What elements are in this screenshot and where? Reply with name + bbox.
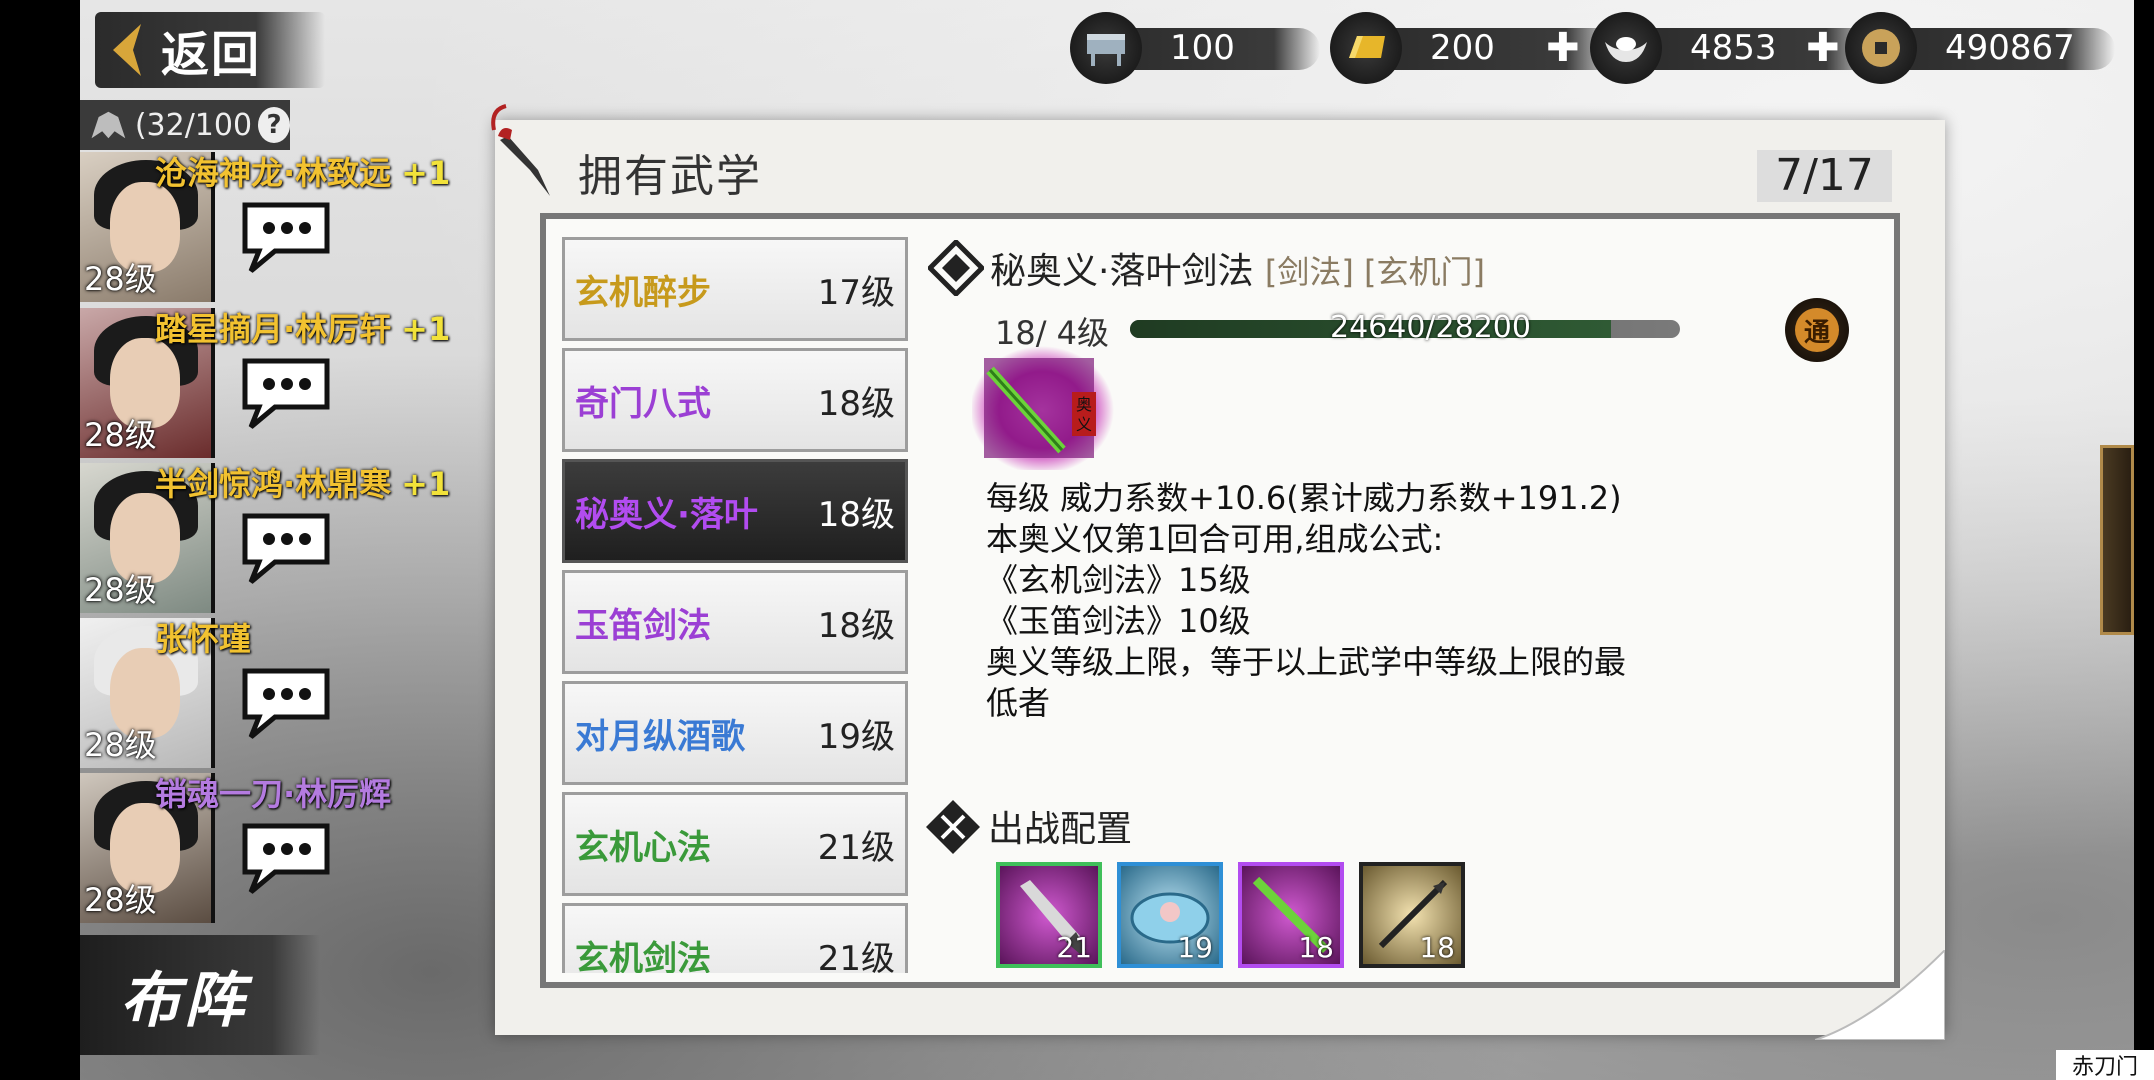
skill-name: 玉笛剑法 (575, 605, 711, 646)
slot-level: 18 (1298, 931, 1334, 964)
cart-icon (1070, 12, 1142, 84)
desc-line: 本奥义仅第1回合可用,组成公式: (986, 520, 1444, 558)
skill-name: 玄机剑法 (575, 938, 711, 974)
skill-item[interactable]: 玄机剑法 21级 (562, 903, 908, 973)
character-level: 28级 (84, 881, 157, 919)
skill-level: 21级 (817, 827, 895, 868)
currency-grain: 100 (1070, 12, 1320, 84)
currency-silver: 4853 ✚ (1590, 12, 1880, 84)
character-level: 28级 (84, 416, 157, 454)
helmet-icon (91, 111, 126, 139)
battle-slot[interactable]: 18 (1238, 862, 1344, 968)
desc-line: 《玄机剑法》15级 (986, 561, 1251, 599)
crescent-icon (954, 487, 964, 507)
page-curl-icon (1815, 950, 1945, 1040)
add-silver-button[interactable]: ✚ (1806, 25, 1840, 71)
svg-text:奥: 奥 (1076, 395, 1092, 414)
gold-bar-icon (1330, 12, 1402, 84)
skill-level: 18级 (817, 605, 895, 646)
help-icon[interactable]: ? (258, 107, 290, 143)
exp-text: 24640/28200 (1330, 310, 1531, 345)
desc-line: 《玉笛剑法》10级 (986, 602, 1251, 640)
skill-level: 17级 (817, 272, 895, 313)
skill-item[interactable]: 对月纵酒歌 19级 (562, 681, 908, 785)
character-name: 销魂一刀·林厉辉 (155, 775, 392, 813)
grain-value: 100 (1170, 28, 1235, 68)
battle-config-title: 出战配置 (988, 809, 1133, 850)
skill-level: 19级 (817, 716, 895, 757)
diamond-icon (928, 240, 984, 296)
formation-button[interactable]: 布阵 (80, 935, 320, 1055)
character-name: 张怀瑾 (155, 620, 252, 658)
skill-name: 玄机心法 (575, 827, 711, 868)
silver-value: 4853 (1690, 28, 1777, 68)
skill-item[interactable]: 玄机醉步 17级 (562, 237, 908, 341)
brush-icon (491, 104, 550, 196)
chat-bubble-icon[interactable] (235, 508, 335, 586)
battle-slot[interactable]: 19 (1117, 862, 1223, 968)
gold-value: 200 (1430, 28, 1495, 68)
character-card[interactable]: 28级 踏星摘月·林厉轩 +1 (80, 308, 480, 458)
page-count: 7/17 (1757, 150, 1892, 202)
skill-item[interactable]: 奇门八式 18级 (562, 348, 908, 452)
left-letterbox (0, 0, 80, 1080)
skill-art-icon: 奥 义 (972, 346, 1114, 470)
skill-level: 18级 (817, 383, 895, 424)
coin-value: 490867 (1945, 28, 2075, 68)
character-card[interactable]: 28级 沧海神龙·林致远 +1 (80, 152, 480, 302)
copper-coin-icon (1845, 12, 1917, 84)
skill-level: 18级 (817, 494, 895, 535)
currency-gold: 200 ✚ (1330, 12, 1620, 84)
character-level: 28级 (84, 726, 157, 764)
crossed-swords-icon (926, 800, 980, 854)
character-level: 28级 (84, 571, 157, 609)
skill-level: 21级 (817, 938, 895, 974)
roster-capacity: (32/100 ? (80, 100, 290, 150)
character-card[interactable]: 28级 销魂一刀·林厉辉 (80, 773, 480, 923)
slot-level: 19 (1177, 931, 1213, 964)
side-drawer-tab[interactable] (2100, 445, 2134, 635)
silver-ingot-icon (1590, 12, 1662, 84)
skill-item[interactable]: 玉笛剑法 18级 (562, 570, 908, 674)
skill-item[interactable]: 玄机心法 21级 (562, 792, 908, 896)
chat-bubble-icon[interactable] (235, 353, 335, 431)
character-name: 沧海神龙·林致远 +1 (155, 154, 451, 192)
desc-line: 低者 (986, 684, 1051, 722)
chat-bubble-icon[interactable] (235, 818, 335, 896)
character-card[interactable]: 28级 张怀瑾 (80, 618, 480, 768)
desc-line: 奥义等级上限，等于以上武学中等级上限的最 (986, 643, 1627, 681)
character-card[interactable]: 28级 半剑惊鸿·林鼎寒 +1 (80, 463, 480, 613)
desc-line: 每级 威力系数+10.6(累计威力系数+191.2) (986, 479, 1622, 517)
skill-name: 玄机醉步 (575, 272, 711, 313)
formation-label: 布阵 (120, 965, 248, 1036)
slot-level: 21 (1056, 931, 1092, 964)
battle-slot[interactable]: 21 (996, 862, 1102, 968)
chat-bubble-icon[interactable] (235, 663, 335, 741)
sect-tag: 赤刀门 (2056, 1050, 2154, 1080)
character-level: 28级 (84, 260, 157, 298)
skill-list[interactable]: 玄机醉步 17级 奇门八式 18级 秘奥义·落叶 18级 玉笛剑法 18级 对月… (560, 235, 910, 973)
character-name: 踏星摘月·林厉轩 +1 (155, 310, 451, 348)
back-button[interactable]: 返回 (95, 12, 325, 88)
skill-name: 对月纵酒歌 (575, 716, 745, 757)
back-label: 返回 (161, 27, 262, 83)
skill-description: 每级 威力系数+10.6(累计威力系数+191.2) 本奥义仅第1回合可用,组成… (986, 478, 1746, 724)
right-letterbox (2134, 0, 2154, 1080)
skill-name: 秘奥义·落叶 (575, 494, 758, 535)
add-gold-button[interactable]: ✚ (1546, 25, 1580, 71)
capacity-text: (32/100 (134, 107, 253, 143)
chat-bubble-icon[interactable] (235, 197, 335, 275)
slot-level: 18 (1419, 931, 1455, 964)
skill-name: 奇门八式 (575, 383, 711, 424)
character-name: 半剑惊鸿·林鼎寒 +1 (155, 465, 451, 503)
chevron-left-icon (113, 24, 141, 76)
mastery-badge[interactable]: 通 (1785, 298, 1849, 362)
svg-text:义: 义 (1076, 415, 1092, 434)
battle-slot[interactable]: 18 (1359, 862, 1465, 968)
panel-title: 拥有武学 (578, 151, 762, 202)
currency-coin: 490867 (1845, 12, 2115, 84)
skill-detail-title: 秘奥义·落叶剑法 [剑法] [玄机门] (990, 251, 1486, 292)
skill-item-selected[interactable]: 秘奥义·落叶 18级 (562, 459, 908, 563)
